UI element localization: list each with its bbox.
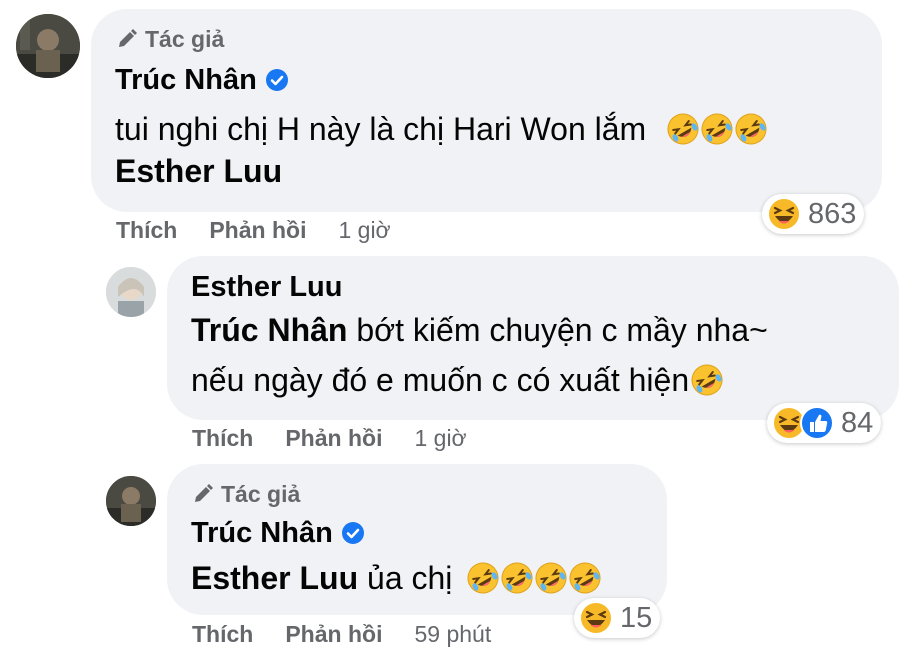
commenter-name[interactable]: Trúc Nhân <box>191 516 333 550</box>
avatar[interactable] <box>106 476 156 526</box>
comment-actions: Thích Phản hồi 59 phút <box>192 621 491 648</box>
comment-bubble: Tác giả Trúc Nhân tui nghi chị H này là … <box>91 9 882 212</box>
author-badge-label: Tác giả <box>221 480 301 507</box>
like-button[interactable]: Thích <box>192 425 253 452</box>
reaction-summary[interactable]: 84 <box>767 403 882 443</box>
like-button[interactable]: Thích <box>116 217 177 244</box>
comment-text-content: ủa chị <box>358 560 453 596</box>
haha-reaction-icon <box>766 196 802 232</box>
haha-reaction-icon <box>578 600 614 636</box>
mention-link[interactable]: Esther Luu <box>115 153 282 189</box>
reply-button[interactable]: Phản hồi <box>209 217 306 244</box>
comment-text-content: bớt kiếm chuyện c mầy nha~ <box>347 312 768 348</box>
comment-text: tui nghi chị H này là chị Hari Won lắm <box>115 109 882 149</box>
author-badge-label: Tác giả <box>145 25 225 52</box>
verified-badge-icon <box>341 521 365 545</box>
comment-timestamp[interactable]: 1 giờ <box>414 425 466 452</box>
avatar-photo <box>106 476 156 526</box>
rofl-emoji-icon <box>569 562 601 594</box>
comment-text-content: nếu ngày đó e muốn c có xuất hiện <box>191 362 690 398</box>
rofl-emoji-icon <box>691 364 723 396</box>
pencil-icon <box>115 27 139 51</box>
rofl-emoji-icon <box>735 113 767 145</box>
reply-button[interactable]: Phản hồi <box>285 621 382 648</box>
reaction-summary[interactable]: 863 <box>762 194 865 234</box>
rofl-emoji-icon <box>535 562 567 594</box>
mention-link[interactable]: Esther Luu <box>191 560 358 596</box>
mention-link[interactable]: Trúc Nhân <box>191 312 347 348</box>
like-reaction-icon <box>799 405 835 441</box>
author-badge: Tác giả <box>115 25 882 53</box>
comment-bubble: Esther Luu Trúc Nhân bớt kiếm chuyện c m… <box>167 256 899 420</box>
comment-actions: Thích Phản hồi 1 giờ <box>192 425 467 452</box>
avatar-photo <box>106 267 156 317</box>
comment-text-content: tui nghi chị H này là chị Hari Won lắm <box>115 111 647 147</box>
comment-text: Trúc Nhân bớt kiếm chuyện c mầy nha~ <box>191 310 899 350</box>
comment-timestamp[interactable]: 1 giờ <box>338 217 390 244</box>
reaction-count: 15 <box>620 601 653 634</box>
avatar[interactable] <box>106 267 156 317</box>
pencil-icon <box>191 482 215 506</box>
rofl-emoji-icon <box>701 113 733 145</box>
reaction-count: 84 <box>841 406 874 439</box>
commenter-name[interactable]: Esther Luu <box>191 270 342 304</box>
reply-button[interactable]: Phản hồi <box>285 425 382 452</box>
reaction-count: 863 <box>808 197 857 230</box>
reaction-summary[interactable]: 15 <box>574 598 661 638</box>
comment-text: Esther Luu ủa chị <box>191 558 667 598</box>
comment-bubble: Tác giả Trúc Nhân Esther Luu ủa chị <box>167 464 667 615</box>
author-badge: Tác giả <box>191 480 667 508</box>
commenter-name[interactable]: Trúc Nhân <box>115 63 257 97</box>
comment-actions: Thích Phản hồi 1 giờ <box>116 217 391 244</box>
avatar[interactable] <box>16 14 80 78</box>
rofl-emoji-icon <box>501 562 533 594</box>
rofl-emoji-icon <box>467 562 499 594</box>
like-button[interactable]: Thích <box>192 621 253 648</box>
rofl-emoji-icon <box>667 113 699 145</box>
avatar-photo <box>16 14 80 78</box>
verified-badge-icon <box>265 68 289 92</box>
comment-timestamp[interactable]: 59 phút <box>414 621 491 648</box>
